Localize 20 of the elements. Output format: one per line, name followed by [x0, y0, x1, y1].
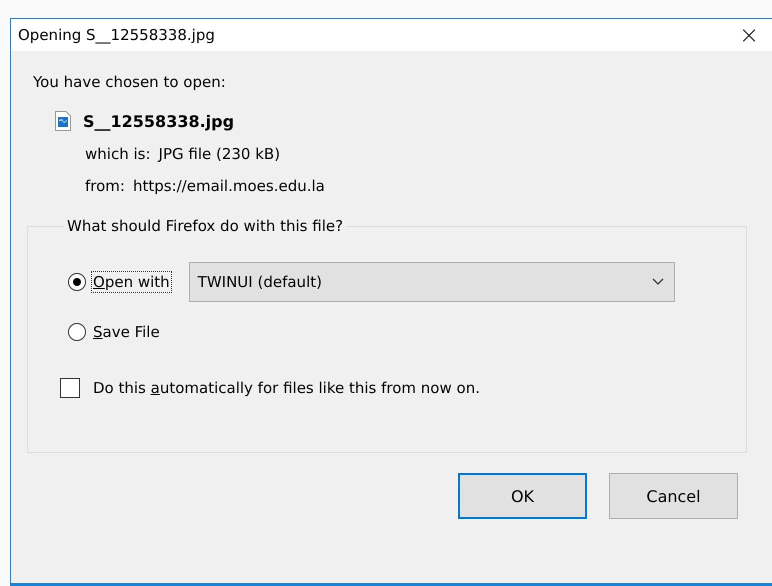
application-dropdown[interactable]: TWINUI (default): [188, 262, 675, 302]
type-label: which is:: [85, 145, 151, 163]
radio-button[interactable]: [68, 323, 86, 341]
close-button[interactable]: ×: [726, 19, 772, 51]
option-label[interactable]: Save File: [92, 322, 161, 342]
image-file-icon: [55, 111, 71, 131]
file-name: S__12558338.jpg: [83, 112, 234, 130]
ok-button[interactable]: OK: [458, 473, 587, 519]
checkbox[interactable]: [60, 378, 80, 398]
option-label[interactable]: Open with: [92, 272, 171, 292]
radio-button[interactable]: [68, 273, 86, 291]
file-type: JPG file (230 kB): [158, 145, 280, 163]
chevron-down-icon: [652, 278, 664, 286]
window-title: Opening S__12558338.jpg: [18, 26, 215, 44]
source-url: https://email.moes.edu.la: [132, 177, 325, 195]
from-label: from:: [85, 177, 125, 195]
cancel-button[interactable]: Cancel: [609, 473, 738, 519]
checkbox-label[interactable]: Do this automatically for files like this from now on.: [92, 378, 481, 398]
group-legend: What should Firefox do with this file?: [64, 217, 346, 235]
intro-text: You have chosen to open:: [33, 73, 227, 91]
